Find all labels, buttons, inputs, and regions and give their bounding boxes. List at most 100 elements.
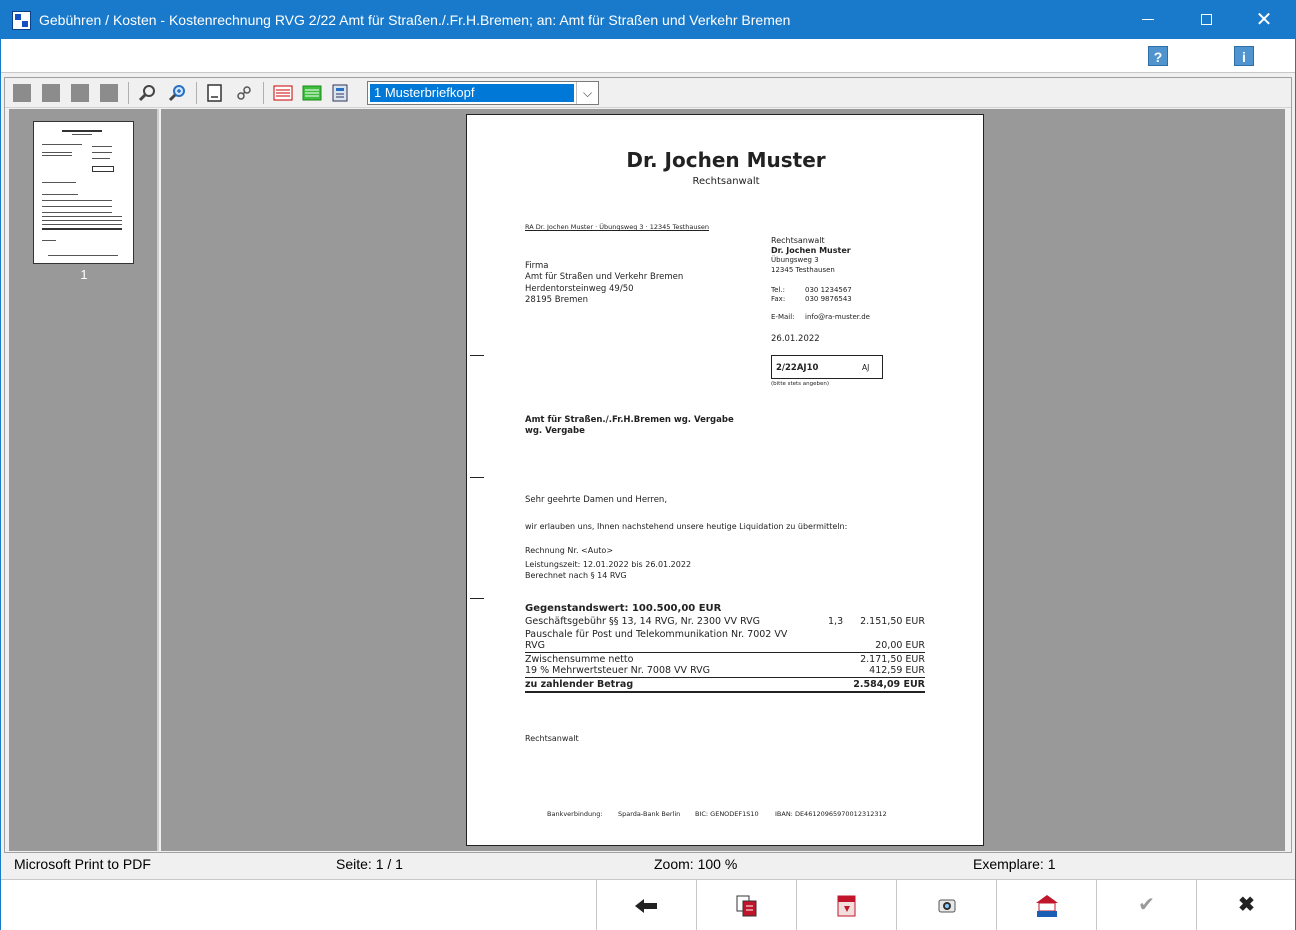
title-bar: Gebühren / Kosten - Kostenrechnung RVG 2… bbox=[1, 1, 1295, 39]
thumbnail-pane: 1 bbox=[9, 109, 159, 851]
minimize-button[interactable] bbox=[1119, 1, 1177, 39]
letterhead-selected-value: 1 Musterbriefkopf bbox=[370, 84, 574, 102]
preview-toolbar: 1 Musterbriefkopf ⌵ bbox=[5, 78, 1291, 108]
footer-bic: BIC: GENODEF1S10 bbox=[695, 810, 759, 818]
printer-name: Microsoft Print to PDF bbox=[14, 856, 151, 872]
sender-street: Übungsweg 3 bbox=[771, 256, 819, 264]
back-arrow-icon bbox=[634, 898, 657, 913]
punch-mark bbox=[470, 477, 484, 478]
letterhead-red-icon bbox=[273, 85, 293, 101]
fee-window: Gebühren / Kosten - Kostenrechnung RVG 2… bbox=[0, 0, 1296, 930]
vat-label: 19 % Mehrwertsteuer Nr. 7008 VV RVG bbox=[525, 665, 711, 676]
total-rule-top bbox=[525, 677, 925, 678]
page-indicator: Seite: 1 / 1 bbox=[336, 856, 403, 872]
cancel-icon: ✖ bbox=[1238, 894, 1255, 916]
total-label: zu zahlender Betrag bbox=[525, 679, 634, 690]
letterhead-manage-icon bbox=[332, 84, 348, 102]
subtotal-amount: 2.171,50 EUR bbox=[860, 654, 925, 665]
subject-line-1: Amt für Straßen./.Fr.H.Bremen wg. Vergab… bbox=[525, 415, 734, 425]
footer-iban: IBAN: DE46120965970012312312 bbox=[775, 810, 887, 818]
confirm-button[interactable]: ✔ bbox=[1096, 880, 1196, 930]
recipient-line-1: Firma bbox=[525, 261, 549, 271]
item-2-amount: 20,00 EUR bbox=[875, 640, 925, 651]
zoom-in-icon bbox=[168, 85, 185, 102]
file-initials: AJ bbox=[862, 363, 870, 372]
reference-note: (bitte stets angeben) bbox=[771, 381, 830, 387]
recipient-line-2: Amt für Straßen und Verkehr Bremen bbox=[525, 272, 684, 282]
letterhead-green-icon bbox=[302, 85, 322, 101]
close-icon: ✕ bbox=[1255, 9, 1273, 31]
sender-role: Rechtsanwalt bbox=[771, 236, 825, 245]
tel-value: 030 1234567 bbox=[805, 286, 852, 294]
letter-date: 26.01.2022 bbox=[771, 334, 820, 344]
item-2-description-cont: RVG bbox=[525, 640, 545, 651]
service-period: Leistungszeit: 12.01.2022 bis 26.01.2022 bbox=[525, 560, 692, 569]
action-bar: ✔ ✖ bbox=[1, 879, 1295, 930]
zoom-in-button[interactable] bbox=[168, 84, 186, 102]
letterhead-select[interactable]: 1 Musterbriefkopf ⌵ bbox=[367, 81, 599, 105]
page-setup-button[interactable] bbox=[206, 84, 224, 102]
page-setup-icon bbox=[207, 84, 222, 102]
sender-line: RA Dr. Jochen Muster · Übungsweg 3 · 123… bbox=[525, 223, 710, 231]
subtotal-rule bbox=[525, 652, 925, 653]
minimize-icon bbox=[1142, 19, 1154, 21]
maximize-icon bbox=[1200, 14, 1212, 26]
fold-mark bbox=[470, 598, 484, 599]
total-amount: 2.584,09 EUR bbox=[853, 679, 925, 690]
first-page-button[interactable] bbox=[13, 84, 31, 102]
recipient-line-4: 28195 Bremen bbox=[525, 295, 589, 305]
item-1-amount: 2.151,50 EUR bbox=[860, 616, 925, 627]
signature-role: Rechtsanwalt bbox=[525, 734, 579, 743]
cancel-button[interactable]: ✖ bbox=[1196, 880, 1296, 930]
next-page-button[interactable] bbox=[71, 84, 89, 102]
intro-text: wir erlauben uns, Ihnen nachstehend unse… bbox=[525, 522, 848, 531]
prev-page-button[interactable] bbox=[42, 84, 60, 102]
letterhead-manage-button[interactable] bbox=[331, 84, 349, 102]
vat-amount: 412,59 EUR bbox=[869, 665, 925, 676]
zoom-out-icon bbox=[138, 85, 155, 102]
copy-document-button[interactable] bbox=[696, 880, 796, 930]
bea-icon bbox=[1035, 894, 1058, 917]
salutation: Sehr geehrte Damen und Herren, bbox=[525, 495, 668, 505]
back-button[interactable] bbox=[596, 880, 696, 930]
file-number: 2/22AJ10 bbox=[776, 363, 819, 373]
app-icon bbox=[12, 11, 31, 30]
total-rule-bottom bbox=[525, 691, 925, 693]
info-button[interactable]: i bbox=[1234, 46, 1254, 66]
fax-value: 030 9876543 bbox=[805, 295, 852, 303]
page-thumbnail[interactable] bbox=[33, 121, 134, 264]
footer-bank: Sparda-Bank Berlin bbox=[618, 810, 681, 818]
chevron-down-icon[interactable]: ⌵ bbox=[576, 82, 598, 104]
close-button[interactable]: ✕ bbox=[1235, 1, 1293, 39]
invoice-number: Rechnung Nr. <Auto> bbox=[525, 546, 614, 555]
case-value: Gegenstandswert: 100.500,00 EUR bbox=[525, 603, 722, 614]
thumbnail-page-number: 1 bbox=[80, 267, 88, 282]
maximize-button[interactable] bbox=[1177, 1, 1235, 39]
pdf-button[interactable] bbox=[796, 880, 896, 930]
toolbar-separator bbox=[196, 82, 197, 104]
pdf-icon bbox=[837, 895, 855, 917]
letterhead-green-button[interactable] bbox=[302, 84, 322, 102]
fax-label: Fax: bbox=[771, 295, 786, 303]
bea-button[interactable] bbox=[996, 880, 1096, 930]
item-2-description: Pauschale für Post und Telekommunikation… bbox=[525, 629, 788, 640]
footer-bank-label: Bankverbindung: bbox=[547, 810, 603, 818]
letterhead-subtitle: Rechtsanwalt bbox=[692, 176, 760, 187]
tel-label: Tel.: bbox=[771, 286, 785, 294]
window-title: Gebühren / Kosten - Kostenrechnung RVG 2… bbox=[39, 12, 791, 28]
copy-document-icon bbox=[736, 895, 756, 917]
letterhead-red-button[interactable] bbox=[273, 84, 293, 102]
sender-name: Dr. Jochen Muster bbox=[771, 246, 851, 255]
last-page-button[interactable] bbox=[100, 84, 118, 102]
document-page: Dr. Jochen Muster Rechtsanwalt RA Dr. Jo… bbox=[466, 114, 984, 846]
help-button[interactable]: ? bbox=[1148, 46, 1168, 66]
print-preview: 1 Musterbriefkopf ⌵ 1 Dr. Jochen Muster … bbox=[4, 77, 1292, 853]
printer-setup-button[interactable] bbox=[235, 84, 253, 102]
scan-button[interactable] bbox=[896, 880, 996, 930]
zoom-out-button[interactable] bbox=[138, 84, 156, 102]
email-label: E-Mail: bbox=[771, 313, 795, 321]
copies-indicator: Exemplare: 1 bbox=[973, 856, 1056, 872]
confirm-icon: ✔ bbox=[1138, 894, 1155, 916]
fold-mark bbox=[470, 355, 484, 356]
page-preview-pane: Dr. Jochen Muster Rechtsanwalt RA Dr. Jo… bbox=[161, 109, 1285, 851]
